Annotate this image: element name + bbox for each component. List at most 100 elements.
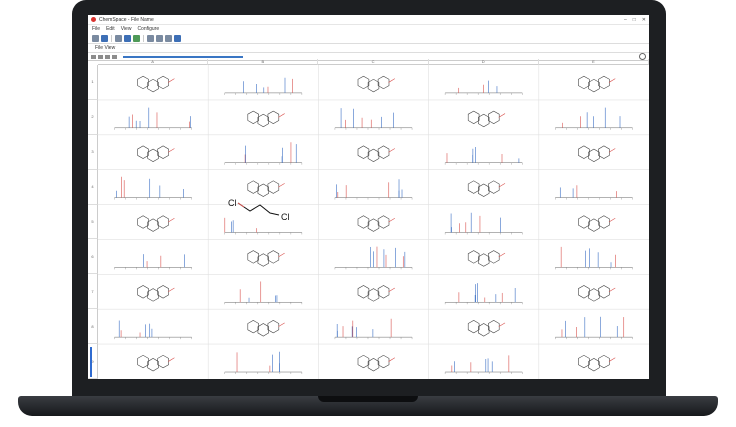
menu-edit[interactable]: Edit (106, 26, 115, 32)
sort-icon[interactable] (112, 54, 117, 59)
database-icon[interactable] (174, 34, 181, 42)
screen: ChemSpace - File Name – □ ✕ File Edit Vi… (88, 15, 649, 379)
row-header[interactable]: 1 (88, 65, 98, 100)
row-header[interactable]: 8 (88, 309, 98, 345)
row-header[interactable]: 2 (88, 99, 98, 135)
row-header[interactable]: 7 (88, 274, 98, 310)
close-icon[interactable]: ✕ (642, 17, 646, 23)
menu-file[interactable]: File (92, 26, 100, 32)
hetero-bond (498, 183, 506, 188)
spectrum-thumbnail (555, 107, 633, 130)
spectrum-thumbnail (555, 246, 633, 270)
hetero-bond (498, 113, 506, 118)
molecule-thumbnail (467, 110, 506, 128)
spectrum-thumbnail (224, 217, 303, 235)
hetero-bond (278, 113, 285, 118)
ring-bond (367, 218, 380, 232)
ring-bond (488, 320, 500, 334)
zoom-slider[interactable] (123, 55, 243, 58)
ring-bond (357, 215, 370, 229)
cells-canvas: Cl Cl (98, 65, 649, 379)
ring-bond (367, 358, 380, 372)
molecule-thumbnail (247, 110, 285, 128)
ring-bond (137, 145, 149, 159)
ring-bond (137, 215, 149, 229)
ring-bond (247, 320, 259, 334)
toolbar-divider (111, 34, 112, 42)
spectrum-thumbnail (444, 147, 523, 165)
ring-bond (478, 323, 490, 337)
hetero-bond (278, 252, 285, 258)
open-icon[interactable] (101, 34, 108, 42)
ring-bond (257, 113, 269, 128)
ring-bond (367, 288, 380, 302)
spectrum-thumbnail (224, 351, 303, 375)
molecule-thumbnail (137, 285, 175, 302)
minimize-icon[interactable]: – (624, 17, 627, 23)
ring-bond (357, 75, 370, 90)
ring-bond (478, 253, 490, 267)
molecule-thumbnail (357, 215, 396, 232)
hetero-bond (608, 217, 616, 223)
molecule-thumbnail (137, 75, 175, 93)
molecule-thumbnail (467, 320, 506, 337)
ring-bond (147, 148, 159, 162)
spectrum-thumbnail (555, 316, 633, 340)
row-header[interactable]: 4 (88, 169, 98, 205)
ring-bond (377, 285, 390, 299)
ring-bond (247, 180, 259, 194)
hetero-bond (278, 322, 285, 327)
grid-view-icon[interactable] (92, 34, 99, 42)
filter-icon[interactable] (105, 54, 110, 59)
row-header[interactable]: 3 (88, 134, 98, 170)
layout-icon[interactable] (91, 54, 96, 59)
chloro-bond (237, 202, 245, 208)
ring-bond (598, 145, 610, 159)
maximize-icon[interactable]: □ (633, 17, 636, 23)
ring-bond (467, 180, 480, 194)
spectrum-thumbnail (224, 281, 303, 305)
spectrum-thumbnail (224, 77, 303, 95)
ring-bond (488, 180, 500, 194)
ring-bond (247, 250, 259, 264)
molecule-thumbnail (137, 145, 175, 162)
ring-bond (377, 354, 390, 369)
export-icon[interactable] (133, 34, 140, 42)
molecule-thumbnail (467, 250, 506, 267)
menu-configure[interactable]: Configure (137, 26, 159, 32)
molecule-thumbnail (247, 250, 285, 267)
row-header[interactable]: 5 (88, 204, 98, 240)
hetero-bond (278, 183, 285, 188)
hetero-bond (168, 78, 175, 83)
save-icon[interactable] (124, 34, 131, 42)
ring-bond (367, 148, 380, 162)
molecule-thumbnail (137, 215, 175, 232)
ring-bond (578, 354, 590, 369)
ring-bond (598, 285, 610, 299)
tools-icon[interactable] (165, 34, 172, 42)
ring-bond (157, 354, 169, 369)
toolbar-divider (143, 34, 144, 42)
ring-bond (147, 358, 159, 372)
ring-bond (367, 78, 380, 93)
molecule-thumbnail (578, 285, 616, 302)
menu-view[interactable]: View (121, 26, 132, 32)
columns-icon[interactable] (98, 54, 103, 59)
print-icon[interactable] (156, 34, 163, 42)
hetero-bond (608, 148, 616, 153)
ring-bond (267, 180, 280, 194)
ring-bond (478, 113, 490, 128)
import-icon[interactable] (115, 34, 122, 42)
tab-bar: File View (88, 44, 649, 53)
ring-bond (147, 288, 159, 302)
ring-bond (157, 285, 169, 299)
settings-icon[interactable] (147, 34, 154, 42)
row-header[interactable]: 6 (88, 239, 98, 275)
ring-bond (267, 250, 280, 264)
ring-bond (267, 320, 280, 334)
spectrum-thumbnail (444, 355, 523, 375)
chlorine-label: Cl (228, 198, 237, 208)
hetero-bond (388, 287, 396, 293)
tab-file-view[interactable]: File View (92, 45, 118, 51)
ring-bond (478, 183, 490, 197)
